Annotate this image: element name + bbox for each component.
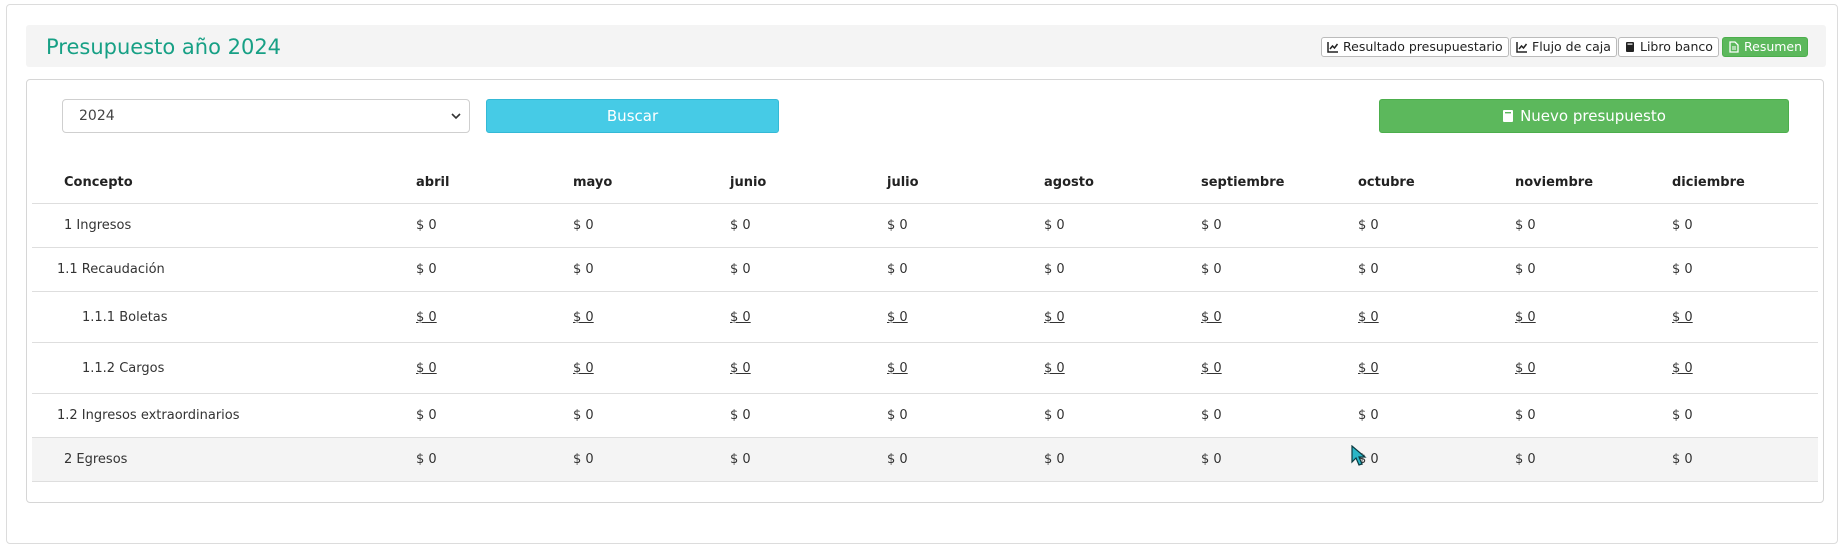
table-row: 1.1.2 Cargos $ 0 $ 0 $ 0 $ 0 $ 0 $ 0 $ 0… <box>32 342 1818 394</box>
value-link[interactable]: $ 0 <box>887 310 908 325</box>
value-cell: $ 0 <box>1044 393 1201 438</box>
header-septiembre: septiembre <box>1201 161 1358 204</box>
value-cell: $ 0 <box>1672 437 1818 482</box>
concept-cell: 1.1.2 Cargos <box>32 342 416 394</box>
budget-table: Concepto abril mayo junio julio agosto s… <box>32 161 1818 482</box>
table-row: 1 Ingresos $ 0 $ 0 $ 0 $ 0 $ 0 $ 0 $ 0 $… <box>32 203 1818 248</box>
chart-icon <box>1516 42 1528 53</box>
value-cell: $ 0 <box>416 203 573 248</box>
value-cell: $ 0 <box>887 437 1044 482</box>
value-cell: $ 0 <box>1201 247 1358 292</box>
value-link[interactable]: $ 0 <box>1515 310 1536 325</box>
concept-cell: 2 Egresos <box>32 437 416 482</box>
value-cell: $ 0 <box>1672 393 1818 438</box>
value-link[interactable]: $ 0 <box>1358 361 1379 376</box>
search-button[interactable]: Buscar <box>486 99 779 133</box>
concept-cell: 1.1 Recaudación <box>32 247 416 292</box>
value-link[interactable]: $ 0 <box>887 361 908 376</box>
value-cell: $ 0 <box>1044 203 1201 248</box>
value-cell: $ 0 <box>730 437 887 482</box>
value-cell: $ 0 <box>1201 203 1358 248</box>
value-cell: $ 0 <box>887 203 1044 248</box>
value-link[interactable]: $ 0 <box>1201 361 1222 376</box>
value-cell: $ 0 <box>573 247 730 292</box>
value-cell: $ 0 <box>1358 393 1515 438</box>
value-link[interactable]: $ 0 <box>573 361 594 376</box>
chart-icon <box>1327 42 1339 53</box>
header-agosto: agosto <box>1044 161 1201 204</box>
year-value: 2024 <box>79 108 115 124</box>
header-junio: junio <box>730 161 887 204</box>
value-cell: $ 0 <box>1358 247 1515 292</box>
value-link[interactable]: $ 0 <box>1358 310 1379 325</box>
value-link[interactable]: $ 0 <box>1201 310 1222 325</box>
resumen-button[interactable]: Resumen <box>1722 37 1809 57</box>
header-concepto: Concepto <box>32 161 416 204</box>
value-link[interactable]: $ 0 <box>1044 361 1065 376</box>
libro-banco-button[interactable]: Libro banco <box>1618 37 1719 57</box>
value-cell: $ 0 <box>416 247 573 292</box>
value-cell: $ 0 <box>1358 203 1515 248</box>
value-cell: $ 0 <box>1515 437 1672 482</box>
table-row: 1.2 Ingresos extraordinarios $ 0 $ 0 $ 0… <box>32 393 1818 438</box>
value-cell: $ 0 <box>416 393 573 438</box>
resultado-presupuestario-button[interactable]: Resultado presupuestario <box>1321 37 1509 57</box>
value-cell: $ 0 <box>730 393 887 438</box>
header-julio: julio <box>887 161 1044 204</box>
value-link[interactable]: $ 0 <box>1672 361 1693 376</box>
table-header-row: Concepto abril mayo junio julio agosto s… <box>32 161 1818 204</box>
value-cell: $ 0 <box>573 437 730 482</box>
value-cell: $ 0 <box>730 247 887 292</box>
value-cell: $ 0 <box>1672 247 1818 292</box>
value-link[interactable]: $ 0 <box>730 361 751 376</box>
header-diciembre: diciembre <box>1672 161 1818 204</box>
value-link[interactable]: $ 0 <box>573 310 594 325</box>
table-row: 1.1.1 Boletas $ 0 $ 0 $ 0 $ 0 $ 0 $ 0 $ … <box>32 291 1818 343</box>
book-icon <box>1503 110 1514 122</box>
value-cell: $ 0 <box>887 247 1044 292</box>
value-cell: $ 0 <box>1515 203 1672 248</box>
flujo-de-caja-button[interactable]: Flujo de caja <box>1510 37 1617 57</box>
concept-cell: 1.1.1 Boletas <box>32 291 416 343</box>
resumen-label: Resumen <box>1744 39 1803 54</box>
value-cell: $ 0 <box>573 393 730 438</box>
header-octubre: octubre <box>1358 161 1515 204</box>
value-cell: $ 0 <box>730 203 887 248</box>
value-cell: $ 0 <box>1515 247 1672 292</box>
book-icon <box>1626 42 1634 52</box>
value-cell: $ 0 <box>1515 393 1672 438</box>
document-icon <box>1729 41 1739 53</box>
value-cell: $ 0 <box>1201 393 1358 438</box>
value-cell: $ 0 <box>1672 203 1818 248</box>
chevron-down-icon <box>451 113 461 120</box>
value-cell: $ 0 <box>887 393 1044 438</box>
year-select[interactable]: 2024 <box>62 99 470 133</box>
header-noviembre: noviembre <box>1515 161 1672 204</box>
value-link[interactable]: $ 0 <box>730 310 751 325</box>
value-cell: $ 0 <box>573 203 730 248</box>
value-cell: $ 0 <box>416 437 573 482</box>
flujo-label: Flujo de caja <box>1532 39 1611 54</box>
value-cell: $ 0 <box>1044 437 1201 482</box>
header-abril: abril <box>416 161 573 204</box>
header-mayo: mayo <box>573 161 730 204</box>
value-link[interactable]: $ 0 <box>1044 310 1065 325</box>
value-cell: $ 0 <box>1044 247 1201 292</box>
concept-cell: 1.2 Ingresos extraordinarios <box>32 393 416 438</box>
value-cell: $ 0 <box>1358 437 1515 482</box>
page-title: Presupuesto año 2024 <box>46 35 282 59</box>
value-link[interactable]: $ 0 <box>416 310 437 325</box>
value-cell: $ 0 <box>1201 437 1358 482</box>
mouse-cursor-icon <box>1351 445 1367 466</box>
value-link[interactable]: $ 0 <box>1672 310 1693 325</box>
table-row: 2 Egresos $ 0 $ 0 $ 0 $ 0 $ 0 $ 0 $ 0 $ … <box>32 437 1818 482</box>
table-row: 1.1 Recaudación $ 0 $ 0 $ 0 $ 0 $ 0 $ 0 … <box>32 247 1818 292</box>
value-link[interactable]: $ 0 <box>1515 361 1536 376</box>
resultado-label: Resultado presupuestario <box>1343 39 1503 54</box>
value-link[interactable]: $ 0 <box>416 361 437 376</box>
libro-label: Libro banco <box>1640 39 1713 54</box>
concept-cell: 1 Ingresos <box>32 203 416 248</box>
new-budget-label: Nuevo presupuesto <box>1520 107 1666 125</box>
new-budget-button[interactable]: Nuevo presupuesto <box>1379 99 1789 133</box>
